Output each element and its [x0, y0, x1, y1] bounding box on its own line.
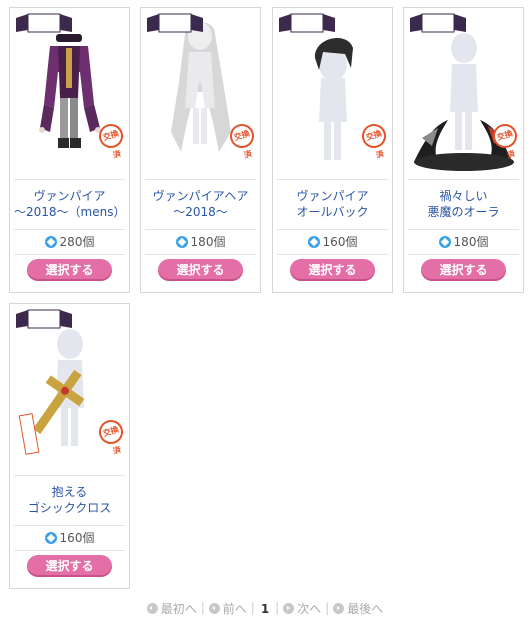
select-button[interactable]: 選択する [27, 259, 112, 281]
pager-next[interactable]: 次へ [283, 600, 321, 618]
item-thumbnail[interactable]: 交換済 [277, 12, 388, 176]
pager-last[interactable]: 最後へ [333, 600, 383, 618]
select-button[interactable]: 選択する [290, 259, 375, 281]
vampire-hair-image [171, 22, 231, 152]
item-price: 180個 [404, 234, 523, 250]
double-chevron-right-icon [333, 602, 345, 614]
double-chevron-left-icon [146, 602, 158, 614]
divider [145, 254, 256, 255]
pager-prev-label: 前へ [222, 601, 247, 616]
item-card[interactable]: 交換済 抱える ゴシッククロス 160個 選択する [9, 303, 130, 589]
vampire-costume-image [39, 34, 101, 148]
item-name-box[interactable]: ヴァンパイア オールバック [277, 180, 388, 228]
item-price: 280個 [10, 234, 129, 250]
item-card[interactable]: 交換済 ヴァンパイア オールバック 160個 選択する [272, 7, 393, 293]
chevron-left-icon [208, 602, 220, 614]
item-name-box[interactable]: 抱える ゴシッククロス [14, 476, 125, 524]
pager-first-label: 最初へ [160, 601, 197, 616]
pager-divider: | [325, 601, 330, 615]
price-value: 160個 [322, 235, 358, 249]
pager-divider: | [250, 601, 255, 615]
pager-divider: | [200, 601, 205, 615]
coin-icon [44, 532, 57, 544]
pager-current-page: 1 [260, 601, 270, 616]
divider [408, 229, 519, 230]
item-name[interactable]: 禍々しい 悪魔のオーラ [427, 188, 499, 220]
divider [14, 550, 125, 551]
coin-icon [175, 236, 188, 248]
item-thumbnail[interactable]: 交換済 [14, 12, 125, 176]
price-value: 280個 [59, 235, 95, 249]
select-button[interactable]: 選択する [158, 259, 243, 281]
item-price: 180個 [141, 234, 260, 250]
divider [14, 254, 125, 255]
coin-icon [307, 236, 320, 248]
item-name[interactable]: ヴァンパイア ～2018～（mens） [14, 188, 125, 220]
divider [408, 254, 519, 255]
item-thumbnail[interactable]: 交換済 [145, 12, 256, 176]
item-thumbnail[interactable]: 交換済 [14, 308, 125, 472]
limited-item-emblem [410, 13, 466, 33]
item-name-box[interactable]: ヴァンパイアヘア ～2018～ [145, 180, 256, 228]
item-name-box[interactable]: ヴァンパイア ～2018～（mens） [14, 180, 125, 228]
pager-first[interactable]: 最初へ [146, 600, 197, 618]
divider [14, 229, 125, 230]
pagination: 最初へ | 前へ | 1 | 次へ | 最後へ [0, 599, 530, 617]
divider [14, 525, 125, 526]
select-button[interactable]: 選択する [421, 259, 506, 281]
select-button[interactable]: 選択する [27, 555, 112, 577]
limited-item-emblem [147, 13, 203, 33]
pager-next-label: 次へ [297, 601, 322, 616]
divider [145, 229, 256, 230]
pager-last-label: 最後へ [347, 601, 384, 616]
item-name[interactable]: 抱える ゴシッククロス [28, 484, 112, 516]
coin-icon [44, 236, 57, 248]
item-price: 160個 [10, 530, 129, 546]
divider [277, 254, 388, 255]
vampire-allback-hair-image [314, 37, 353, 160]
limited-item-emblem [279, 13, 335, 33]
chevron-right-icon [283, 602, 295, 614]
demon-aura-image [414, 33, 514, 171]
price-value: 180個 [453, 235, 489, 249]
item-name-box[interactable]: 禍々しい 悪魔のオーラ [408, 180, 519, 228]
divider [277, 229, 388, 230]
item-price: 160個 [273, 234, 392, 250]
pager-prev[interactable]: 前へ [208, 600, 247, 618]
pager-divider: | [275, 601, 280, 615]
limited-item-emblem [16, 309, 72, 329]
price-value: 160個 [59, 531, 95, 545]
item-name[interactable]: ヴァンパイアヘア ～2018～ [153, 188, 249, 220]
item-card[interactable]: 交換済 ヴァンパイアヘア ～2018～ 180個 選択する [140, 7, 261, 293]
coin-icon [438, 236, 451, 248]
item-card[interactable]: 交換済 ヴァンパイア ～2018～（mens） 280個 選択する [9, 7, 130, 293]
price-value: 180個 [190, 235, 226, 249]
item-card[interactable]: 交換済 禍々しい 悪魔のオーラ 180個 選択する [403, 7, 524, 293]
limited-item-emblem [16, 13, 72, 33]
item-thumbnail[interactable]: 交換済 [408, 12, 519, 176]
item-name[interactable]: ヴァンパイア オールバック [296, 188, 368, 220]
